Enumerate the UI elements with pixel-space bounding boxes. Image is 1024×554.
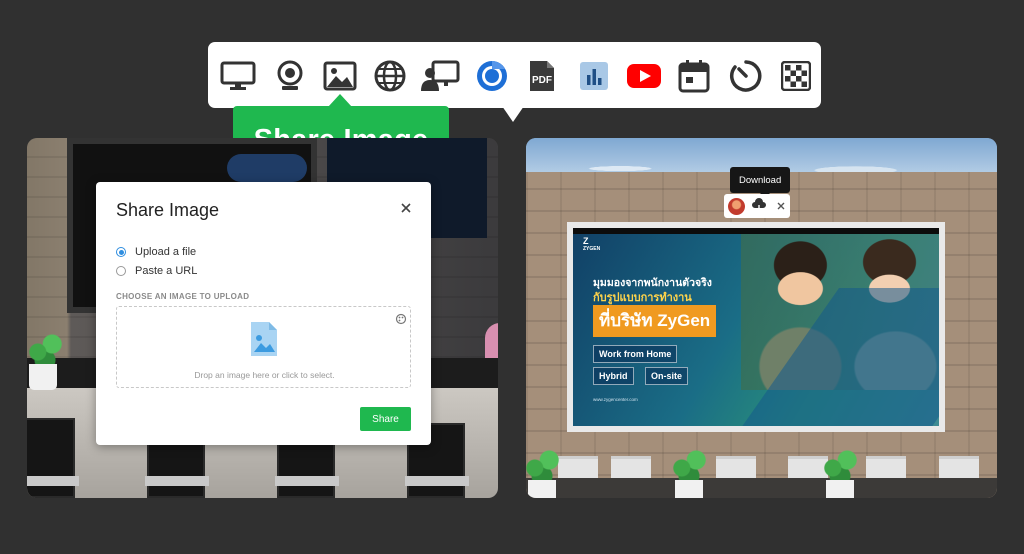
image-dropzone[interactable]: Drop an image here or click to select. xyxy=(116,306,411,388)
download-tooltip: Download xyxy=(730,167,791,198)
scene-bench xyxy=(611,456,651,490)
calendar-icon[interactable] xyxy=(674,56,714,96)
screen-presenter-icon[interactable] xyxy=(420,56,460,96)
scene-chair xyxy=(275,438,339,498)
poster-logo-text: ZYGEN xyxy=(583,246,601,252)
right-scene: Z ZYGEN มุมมองจากพนักงานตัวจริง กับรูปแบ… xyxy=(526,138,997,498)
scene-bench xyxy=(866,456,906,490)
radio-button[interactable] xyxy=(116,247,126,257)
avatar[interactable] xyxy=(728,197,745,215)
share-toolbar: PDF xyxy=(208,42,821,108)
scene-bench xyxy=(939,456,979,490)
shared-image: Z ZYGEN มุมมองจากพนักงานตัวจริง กับรูปแบ… xyxy=(573,228,939,426)
share-button[interactable]: Share xyxy=(360,407,411,431)
poster-tag: Hybrid xyxy=(593,367,634,385)
checkerboard-icon[interactable] xyxy=(776,56,816,96)
shared-image-frame[interactable]: Z ZYGEN มุมมองจากพนักงานตัวจริง กับรูปแบ… xyxy=(567,222,945,432)
globe-icon[interactable] xyxy=(370,56,410,96)
radio-button[interactable] xyxy=(116,266,126,276)
poster-footer: www.zygencenter.com xyxy=(593,397,638,402)
scene-plant xyxy=(671,444,707,484)
poster-subheadline: กับรูปแบบการทำงาน xyxy=(593,292,692,304)
bar-chart-icon[interactable] xyxy=(574,56,614,96)
poster-logo: Z ZYGEN xyxy=(583,236,600,252)
palette-icon[interactable] xyxy=(395,312,407,330)
scene-plant-pot xyxy=(675,480,703,498)
scene-floor xyxy=(526,478,997,498)
monitor-icon[interactable] xyxy=(218,56,258,96)
scene-chair xyxy=(145,438,209,498)
scene-bench xyxy=(558,456,598,490)
download-icon[interactable] xyxy=(751,198,767,214)
youtube-icon[interactable] xyxy=(624,56,664,96)
option-label: Upload a file xyxy=(135,246,197,258)
option-label: Paste a URL xyxy=(135,265,198,277)
scene-plant-pot xyxy=(29,364,57,390)
close-icon[interactable] xyxy=(773,198,789,214)
option-paste-url[interactable]: Paste a URL xyxy=(116,265,197,277)
dropzone-text: Drop an image here or click to select. xyxy=(194,370,335,380)
option-upload-file[interactable]: Upload a file xyxy=(116,246,196,258)
toolbar-pointer xyxy=(502,106,524,122)
webcam-icon[interactable] xyxy=(270,56,310,96)
pdf-icon[interactable]: PDF xyxy=(522,56,562,96)
poster-highlight: ที่บริษัท ZyGen xyxy=(593,305,717,337)
dialog-title: Share Image xyxy=(116,200,220,220)
scene-chair xyxy=(27,418,79,498)
screen-controls xyxy=(724,194,790,218)
scene-bench xyxy=(716,456,756,490)
pdf-label: PDF xyxy=(532,75,552,86)
section-label: CHOOSE AN IMAGE TO UPLOAD xyxy=(116,292,250,301)
scene-plant-pot xyxy=(528,480,556,498)
image-icon[interactable] xyxy=(320,56,360,96)
close-icon[interactable] xyxy=(398,200,414,216)
poster-tag: Work from Home xyxy=(593,345,678,363)
share-image-dialog: Share Image Upload a file Paste a URL CH… xyxy=(96,182,431,445)
scene-plant xyxy=(27,328,63,368)
poster-logo-mark: Z xyxy=(583,236,589,246)
timer-icon[interactable] xyxy=(726,56,766,96)
image-file-icon xyxy=(249,320,279,363)
scene-plant-pot xyxy=(826,480,854,498)
poster-tag: On-site xyxy=(645,367,689,385)
scene-plant xyxy=(526,444,560,484)
scene-plant xyxy=(822,444,858,484)
chrome-icon[interactable] xyxy=(472,56,512,96)
